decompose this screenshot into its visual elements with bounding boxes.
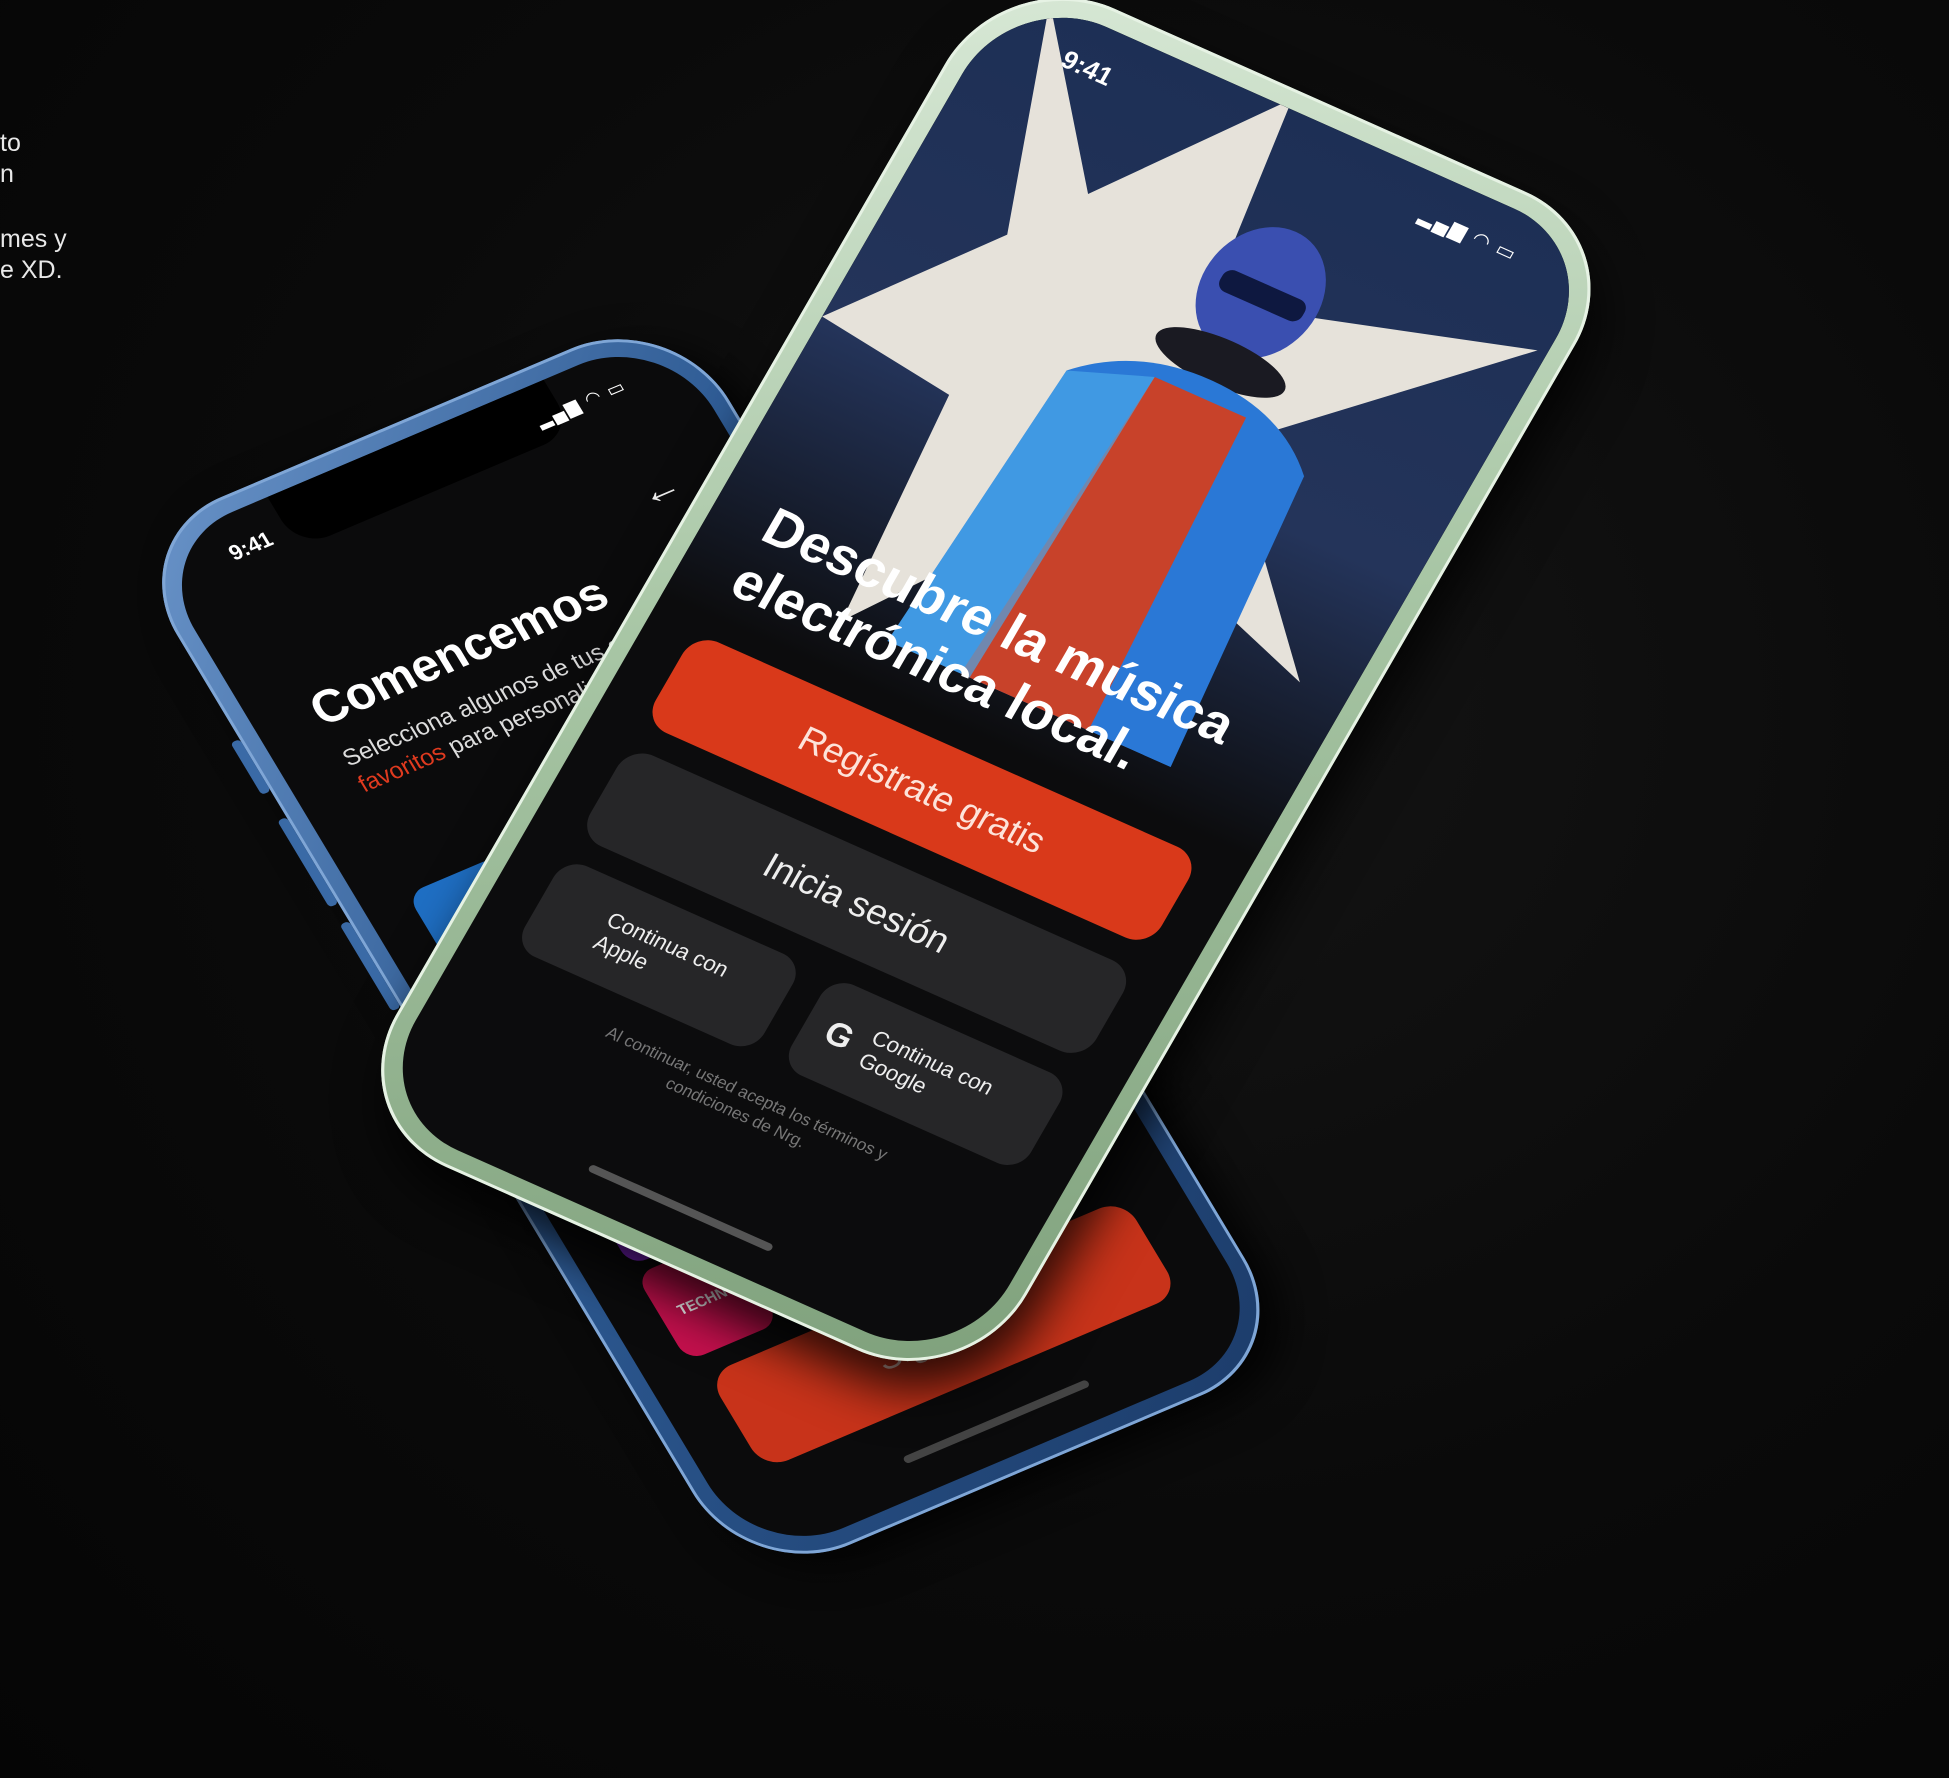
side-caption: to n mes y e XD.	[0, 128, 120, 286]
side-caption-line: n	[0, 160, 14, 188]
side-caption-line: to	[0, 129, 21, 157]
side-caption-line: mes y	[0, 225, 67, 253]
google-signin-label: Continua con Google	[854, 1025, 999, 1100]
back-arrow-icon[interactable]: ←	[630, 462, 690, 517]
notch	[267, 379, 575, 549]
google-icon: G	[817, 1013, 861, 1058]
status-time: 9:41	[223, 526, 278, 566]
apple-icon	[559, 911, 587, 923]
side-caption-line: e XD.	[0, 256, 63, 284]
home-indicator	[587, 1163, 775, 1253]
apple-signin-label: Continua con Apple	[589, 907, 734, 982]
